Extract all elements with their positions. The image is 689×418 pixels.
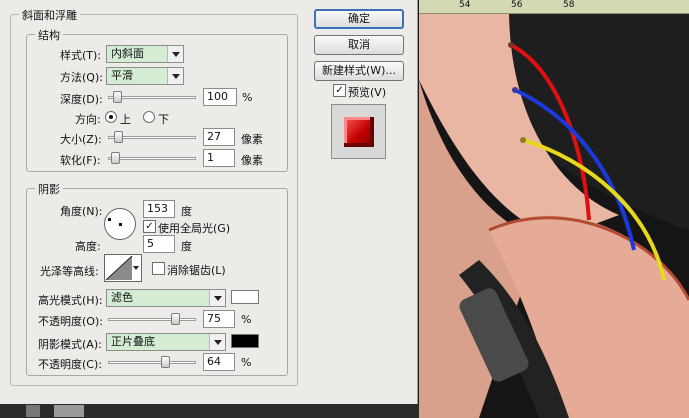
angle-input[interactable]: 153 — [143, 200, 175, 218]
altitude-input[interactable]: 5 — [143, 235, 175, 253]
gloss-contour-picker[interactable] — [104, 254, 142, 282]
highlight-opacity-input[interactable]: 75 — [203, 310, 235, 328]
antialias-checkbox[interactable] — [152, 262, 165, 275]
bevel-emboss-title: 斜面和浮雕 — [19, 7, 80, 23]
chevron-down-icon — [209, 334, 225, 350]
highlight-opacity-slider-thumb[interactable] — [171, 313, 180, 325]
depth-input[interactable]: 100 — [203, 88, 237, 106]
chevron-down-icon — [167, 46, 183, 62]
antialias-label: 消除锯齿(L) — [167, 264, 226, 277]
ruler-tick: 58 — [563, 0, 575, 10]
soften-input[interactable]: 1 — [203, 149, 235, 167]
ruler-tick: 56 — [511, 0, 523, 10]
direction-down-radio[interactable] — [143, 111, 155, 123]
size-input[interactable]: 27 — [203, 128, 235, 146]
angle-dial-marker — [108, 218, 111, 221]
technique-select[interactable]: 平滑 — [106, 67, 184, 85]
bottom-layers-strip — [0, 404, 419, 418]
size-label: 大小(Z): — [60, 133, 102, 146]
highlight-color-swatch[interactable] — [231, 290, 259, 304]
size-slider[interactable] — [108, 131, 196, 143]
gloss-contour-label: 光泽等高线: — [40, 265, 99, 278]
layer-thumbnail[interactable] — [54, 405, 84, 417]
angle-dial[interactable] — [104, 208, 136, 240]
highlight-opacity-label: 不透明度(O): — [38, 315, 103, 328]
altitude-label: 高度: — [75, 240, 101, 253]
highlight-mode-label: 高光模式(H): — [38, 294, 103, 307]
technique-label: 方法(Q): — [60, 71, 103, 84]
global-light-checkbox[interactable]: ✓ — [143, 220, 156, 233]
soften-slider[interactable] — [108, 152, 196, 164]
size-slider-thumb[interactable] — [114, 131, 123, 143]
style-preview-thumbnail — [331, 104, 386, 159]
new-style-button[interactable]: 新建样式(W)... — [314, 61, 404, 81]
shadow-opacity-slider[interactable] — [108, 356, 196, 368]
highlight-opacity-unit: % — [241, 313, 252, 326]
global-light-label: 使用全局光(G) — [158, 222, 231, 235]
depth-slider-thumb[interactable] — [113, 91, 122, 103]
shadow-color-swatch[interactable] — [231, 334, 259, 348]
horizontal-ruler: 54 56 58 — [419, 0, 689, 14]
shadow-mode-label: 阴影模式(A): — [38, 338, 102, 351]
chevron-down-icon — [133, 266, 139, 270]
ok-button[interactable]: 确定 — [314, 9, 404, 29]
direction-up-radio[interactable] — [105, 111, 117, 123]
size-unit: 像素 — [241, 133, 263, 146]
soften-label: 软化(F): — [60, 154, 101, 167]
contour-curve-icon — [105, 255, 133, 281]
chevron-down-icon — [167, 68, 183, 84]
soften-slider-thumb[interactable] — [111, 152, 120, 164]
shadow-opacity-unit: % — [241, 356, 252, 369]
angle-dial-center — [119, 223, 122, 226]
cancel-button[interactable]: 取消 — [314, 35, 404, 55]
depth-unit: % — [242, 91, 253, 104]
chevron-down-icon — [209, 290, 225, 306]
style-label: 样式(T): — [60, 49, 102, 62]
artwork-image — [419, 0, 689, 418]
shadow-opacity-input[interactable]: 64 — [203, 353, 235, 371]
soften-unit: 像素 — [241, 154, 263, 167]
shading-title: 阴影 — [35, 181, 63, 197]
shadow-opacity-slider-thumb[interactable] — [161, 356, 170, 368]
depth-label: 深度(D): — [60, 93, 103, 106]
highlight-opacity-slider[interactable] — [108, 313, 196, 325]
depth-slider[interactable] — [108, 91, 196, 103]
preview-checkbox[interactable]: ✓ — [333, 84, 346, 97]
layer-thumbnail[interactable] — [26, 405, 40, 417]
angle-unit: 度 — [181, 205, 192, 218]
angle-label: 角度(N): — [60, 205, 103, 218]
preview-swatch — [344, 117, 374, 147]
preview-label: 预览(V) — [348, 86, 387, 99]
altitude-unit: 度 — [181, 240, 192, 253]
shadow-mode-select[interactable]: 正片叠底 — [106, 333, 226, 351]
direction-up-label: 上 — [120, 113, 131, 126]
document-canvas[interactable]: 54 56 58 — [419, 0, 689, 418]
highlight-mode-select[interactable]: 滤色 — [106, 289, 226, 307]
ruler-tick: 54 — [459, 0, 471, 10]
style-select[interactable]: 内斜面 — [106, 45, 184, 63]
layer-style-dialog: 斜面和浮雕 结构 样式(T): 内斜面 方法(Q): 平滑 深度(D): 100… — [0, 0, 418, 404]
structure-title: 结构 — [35, 27, 63, 43]
direction-label: 方向: — [75, 113, 101, 126]
shadow-opacity-label: 不透明度(C): — [38, 358, 102, 371]
direction-down-label: 下 — [158, 113, 169, 126]
